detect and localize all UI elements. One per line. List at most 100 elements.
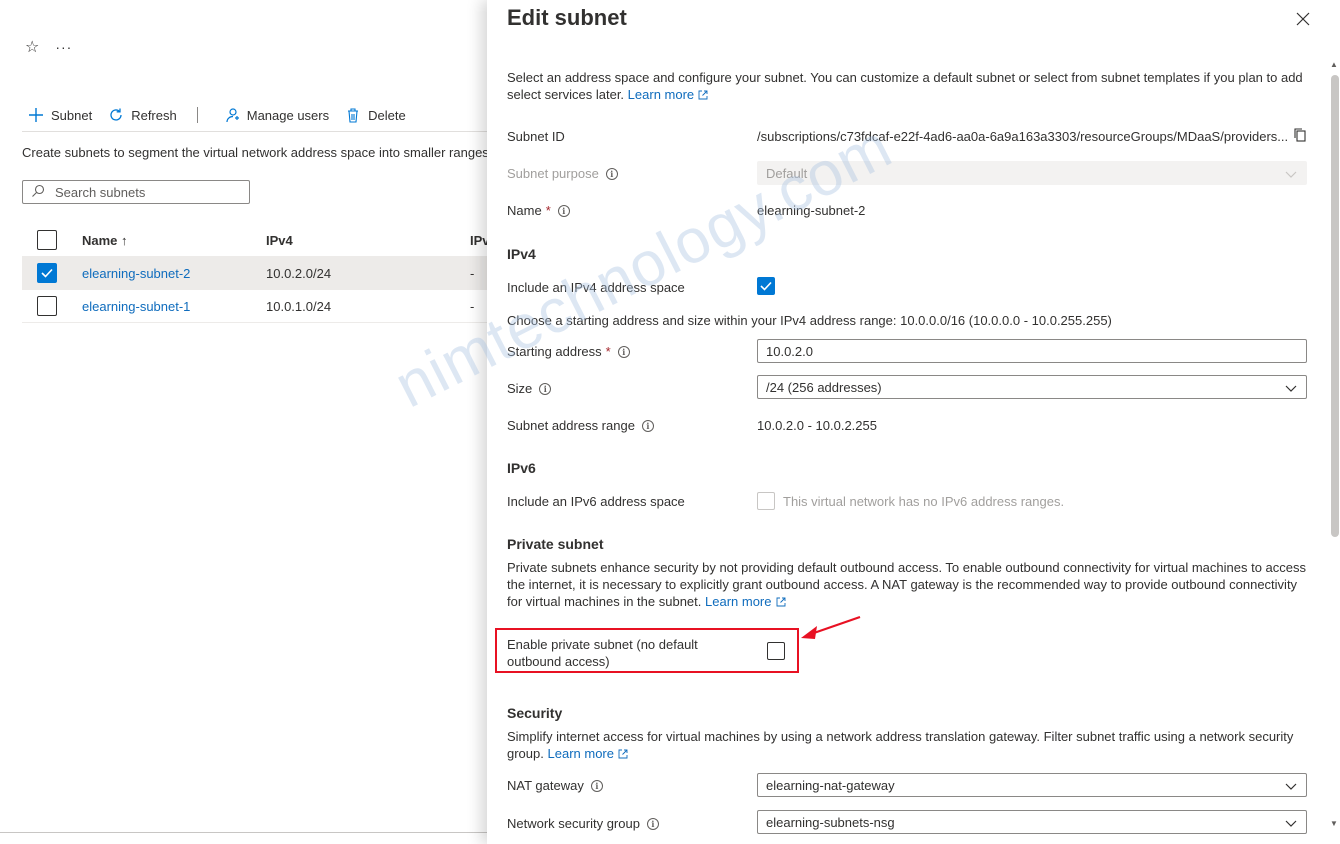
subnet-range-label-text: Subnet address range — [507, 418, 635, 433]
manage-users-label: Manage users — [246, 107, 330, 123]
manage-users-icon — [224, 107, 240, 123]
info-icon[interactable]: i — [641, 419, 654, 432]
scroll-down-icon[interactable]: ▼ — [1330, 819, 1338, 828]
size-label: Size i — [507, 381, 552, 396]
scroll-up-icon[interactable]: ▲ — [1330, 60, 1338, 69]
include-ipv4-checkbox[interactable] — [757, 277, 775, 295]
nat-gateway-label: NAT gateway i — [507, 778, 603, 793]
required-marker: * — [605, 344, 611, 359]
subnet-ipv6-cell: - — [470, 298, 475, 314]
ipv4-section-heading: IPv4 — [507, 246, 536, 262]
size-dropdown[interactable]: /24 (256 addresses) — [757, 375, 1307, 399]
learn-more-label: Learn more — [627, 87, 695, 102]
scrollbar-thumb[interactable] — [1331, 75, 1339, 537]
nat-gateway-value: elearning-nat-gateway — [766, 777, 895, 793]
subnet-range-value: 10.0.2.0 - 10.0.2.255 — [757, 418, 877, 433]
checkmark-icon — [760, 281, 772, 291]
starting-address-value: 10.0.2.0 — [766, 343, 813, 359]
manage-users-button[interactable]: Manage users — [224, 107, 329, 123]
enable-private-subnet-checkbox[interactable] — [767, 642, 785, 660]
select-all-checkbox[interactable] — [37, 230, 57, 250]
row-checkbox[interactable] — [37, 296, 57, 316]
include-ipv6-label-text: Include an IPv6 address space — [507, 494, 685, 509]
security-section-heading: Security — [507, 705, 563, 721]
blade-header-actions: ☆ ··· — [25, 37, 72, 57]
nat-gateway-dropdown[interactable]: elearning-nat-gateway — [757, 773, 1307, 797]
subnets-toolbar: Subnet Refresh Manage users Delete — [28, 103, 422, 127]
refresh-label: Refresh — [131, 107, 177, 123]
subnets-blade: ☆ ··· Subnet Refresh Manage users Delete… — [0, 0, 490, 844]
private-subnet-description: Private subnets enhance security by not … — [507, 559, 1307, 610]
info-icon[interactable]: i — [539, 382, 552, 395]
info-icon[interactable]: i — [557, 204, 570, 217]
table-row[interactable]: elearning-subnet-2 10.0.2.0/24 - — [22, 257, 487, 290]
bottom-divider — [0, 832, 487, 833]
grid-header-row: Name ↑ IPv4 IPv — [22, 224, 490, 257]
intro-learn-more-link[interactable]: Learn more — [628, 87, 708, 102]
chevron-down-icon — [1285, 171, 1297, 178]
include-ipv4-label-text: Include an IPv4 address space — [507, 280, 685, 295]
size-label-text: Size — [507, 381, 533, 396]
toolbar-separator — [22, 131, 487, 132]
close-icon[interactable] — [1294, 10, 1312, 28]
nsg-dropdown[interactable]: elearning-subnets-nsg — [757, 810, 1307, 834]
more-options-icon[interactable]: ··· — [55, 39, 72, 55]
external-link-icon — [776, 597, 785, 607]
subnets-grid: Name ↑ IPv4 IPv elearning-subnet-2 10.0.… — [22, 224, 490, 323]
table-row[interactable]: elearning-subnet-1 10.0.1.0/24 - — [22, 290, 487, 323]
refresh-button[interactable]: Refresh — [108, 107, 177, 123]
annotation-arrow-icon — [801, 615, 861, 639]
nsg-value: elearning-subnets-nsg — [766, 814, 895, 830]
copy-icon[interactable] — [1293, 127, 1307, 146]
include-ipv6-label: Include an IPv6 address space — [507, 494, 685, 509]
search-subnets-field[interactable] — [22, 180, 250, 204]
subnet-ipv4-cell: 10.0.2.0/24 — [266, 265, 332, 281]
subnet-range-label: Subnet address range i — [507, 418, 654, 433]
toolbar-divider — [196, 107, 198, 123]
panel-intro: Select an address space and configure yo… — [507, 69, 1307, 103]
search-icon — [31, 184, 45, 201]
nsg-label: Network security group i — [507, 816, 659, 831]
subnet-name-link[interactable]: elearning-subnet-1 — [82, 299, 190, 314]
starting-address-label: Starting address * i — [507, 344, 630, 359]
nat-gateway-label-text: NAT gateway — [507, 778, 584, 793]
search-subnets-input[interactable] — [55, 184, 235, 200]
info-icon[interactable]: i — [590, 779, 603, 792]
subnet-purpose-label-text: Subnet purpose — [507, 166, 599, 181]
subnets-description: Create subnets to segment the virtual ne… — [22, 145, 489, 160]
add-subnet-label: Subnet — [51, 107, 93, 123]
column-header-ipv4[interactable]: IPv4 — [266, 233, 293, 248]
nsg-label-text: Network security group — [507, 816, 640, 831]
ipv4-range-text: Choose a starting address and size withi… — [507, 313, 1112, 328]
subnet-ipv4-cell: 10.0.1.0/24 — [266, 298, 332, 314]
security-learn-more-link[interactable]: Learn more — [548, 746, 628, 761]
ipv6-section-heading: IPv6 — [507, 460, 536, 476]
refresh-icon — [108, 107, 124, 123]
info-icon[interactable]: i — [605, 167, 618, 180]
private-subnet-description-text: Private subnets enhance security by not … — [507, 560, 1307, 609]
starting-address-input[interactable]: 10.0.2.0 — [757, 339, 1307, 363]
subnet-ipv6-cell: - — [470, 265, 475, 281]
external-link-icon — [698, 90, 708, 100]
info-icon[interactable]: i — [617, 345, 630, 358]
chevron-down-icon — [1285, 783, 1297, 790]
size-value: /24 (256 addresses) — [766, 379, 882, 395]
delete-button[interactable]: Delete — [345, 107, 406, 123]
subnet-purpose-dropdown: Default — [757, 161, 1307, 185]
delete-label: Delete — [368, 107, 406, 123]
add-subnet-button[interactable]: Subnet — [28, 107, 92, 123]
edit-subnet-panel: Edit subnet Select an address space and … — [487, 0, 1340, 844]
subnet-name-link[interactable]: elearning-subnet-2 — [82, 266, 190, 281]
trash-icon — [345, 107, 361, 123]
subnet-purpose-value: Default — [766, 165, 808, 181]
subnet-purpose-label: Subnet purpose i — [507, 166, 618, 181]
name-label-text: Name — [507, 203, 542, 218]
row-checkbox[interactable] — [37, 263, 57, 283]
column-header-name[interactable]: Name ↑ — [82, 233, 128, 248]
private-learn-more-link[interactable]: Learn more — [705, 594, 785, 609]
favorite-star-icon[interactable]: ☆ — [25, 37, 39, 57]
info-icon[interactable]: i — [646, 817, 659, 830]
include-ipv6-checkbox — [757, 492, 775, 510]
name-label: Name * i — [507, 203, 570, 218]
subnet-id-label-text: Subnet ID — [507, 129, 565, 144]
